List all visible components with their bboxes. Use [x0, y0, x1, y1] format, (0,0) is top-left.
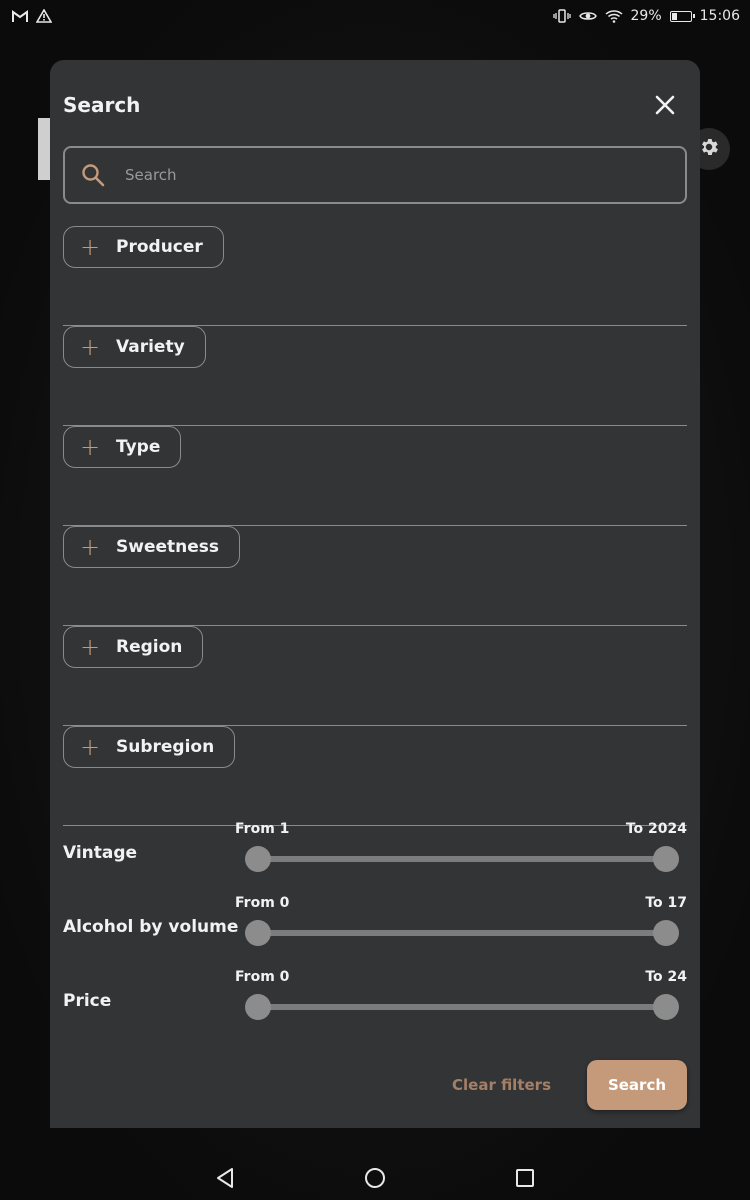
slider-min-handle[interactable]: [245, 846, 271, 872]
plus-icon: +: [80, 233, 101, 261]
type-filter-button[interactable]: + Type: [63, 426, 182, 468]
status-bar-right: 29% 15:06: [552, 8, 740, 24]
warning-icon: [36, 8, 52, 24]
plus-icon: +: [80, 633, 101, 661]
battery-fill: [671, 12, 677, 20]
gear-icon: [698, 136, 720, 162]
range-from-value: From 1: [235, 821, 290, 837]
close-icon: [655, 95, 675, 115]
vibrate-icon: [552, 8, 571, 24]
search-icon: [82, 164, 105, 187]
producer-filter-button[interactable]: + Producer: [63, 226, 224, 268]
range-to-value: To 17: [645, 895, 687, 911]
search-input[interactable]: [125, 166, 645, 184]
range-from-value: From 0: [235, 969, 290, 985]
sweetness-filter-button[interactable]: + Sweetness: [63, 526, 241, 568]
search-modal: Search + Producer + Variety + Type: [50, 60, 700, 1128]
filter-row-variety: + Variety: [63, 326, 687, 426]
screen: 29% 15:06 Search + Producer: [0, 0, 750, 1200]
region-filter-button[interactable]: + Region: [63, 626, 204, 668]
range-from-value: From 0: [235, 895, 290, 911]
back-button[interactable]: [205, 1158, 245, 1198]
filter-label: Producer: [116, 237, 203, 257]
filter-label: Variety: [116, 337, 185, 357]
vintage-range: Vintage From 1 To 2024: [63, 821, 687, 881]
close-button[interactable]: [650, 90, 680, 120]
modal-footer: Clear filters Search: [452, 1060, 687, 1110]
slider-track[interactable]: [258, 1004, 666, 1010]
filter-label: Sweetness: [116, 537, 220, 557]
home-button[interactable]: [355, 1158, 395, 1198]
back-triangle-icon: [217, 1167, 233, 1188]
modal-title: Search: [63, 93, 141, 117]
filter-row-type: + Type: [63, 426, 687, 526]
range-label: Alcohol by volume: [63, 917, 239, 937]
recents-square-icon: [516, 1168, 534, 1187]
status-bar: 29% 15:06: [0, 0, 750, 32]
home-circle-icon: [365, 1167, 385, 1188]
slider-max-handle[interactable]: [653, 846, 679, 872]
slider-max-handle[interactable]: [653, 920, 679, 946]
range-label: Price: [63, 991, 112, 1011]
gmail-icon: [12, 8, 28, 24]
slider-track[interactable]: [258, 856, 666, 862]
filter-label: Region: [116, 637, 183, 657]
subregion-filter-button[interactable]: + Subregion: [63, 726, 236, 768]
variety-filter-button[interactable]: + Variety: [63, 326, 206, 368]
search-button[interactable]: Search: [587, 1060, 687, 1110]
range-to-value: To 2024: [625, 821, 687, 837]
filter-row-subregion: + Subregion: [63, 726, 687, 826]
filter-label: Subregion: [116, 737, 215, 757]
status-bar-left: [12, 8, 52, 24]
filter-label: Type: [116, 437, 161, 457]
range-to-value: To 24: [645, 969, 687, 985]
filter-row-region: + Region: [63, 626, 687, 726]
recents-button[interactable]: [505, 1158, 545, 1198]
filter-row-sweetness: + Sweetness: [63, 526, 687, 626]
range-label: Vintage: [63, 843, 138, 863]
plus-icon: +: [80, 333, 101, 361]
eye-icon: [578, 8, 597, 24]
background-side-tab: [38, 118, 50, 180]
clear-filters-button[interactable]: Clear filters: [452, 1076, 551, 1094]
plus-icon: +: [80, 733, 101, 761]
slider-max-handle[interactable]: [653, 994, 679, 1020]
modal-header: Search: [63, 90, 680, 120]
search-field[interactable]: [63, 146, 687, 204]
slider-min-handle[interactable]: [245, 994, 271, 1020]
slider-min-handle[interactable]: [245, 920, 271, 946]
plus-icon: +: [80, 533, 101, 561]
battery-percent: 29%: [630, 8, 662, 24]
wifi-icon: [605, 8, 623, 24]
price-range: Price From 0 To 24: [63, 969, 687, 1029]
navigation-bar: [0, 1155, 750, 1200]
filter-row-producer: + Producer: [63, 226, 687, 326]
battery-icon: [669, 10, 695, 22]
plus-icon: +: [80, 433, 101, 461]
clock: 15:06: [699, 8, 740, 24]
slider-track[interactable]: [258, 930, 666, 936]
alcohol-range: Alcohol by volume From 0 To 17: [63, 895, 687, 955]
